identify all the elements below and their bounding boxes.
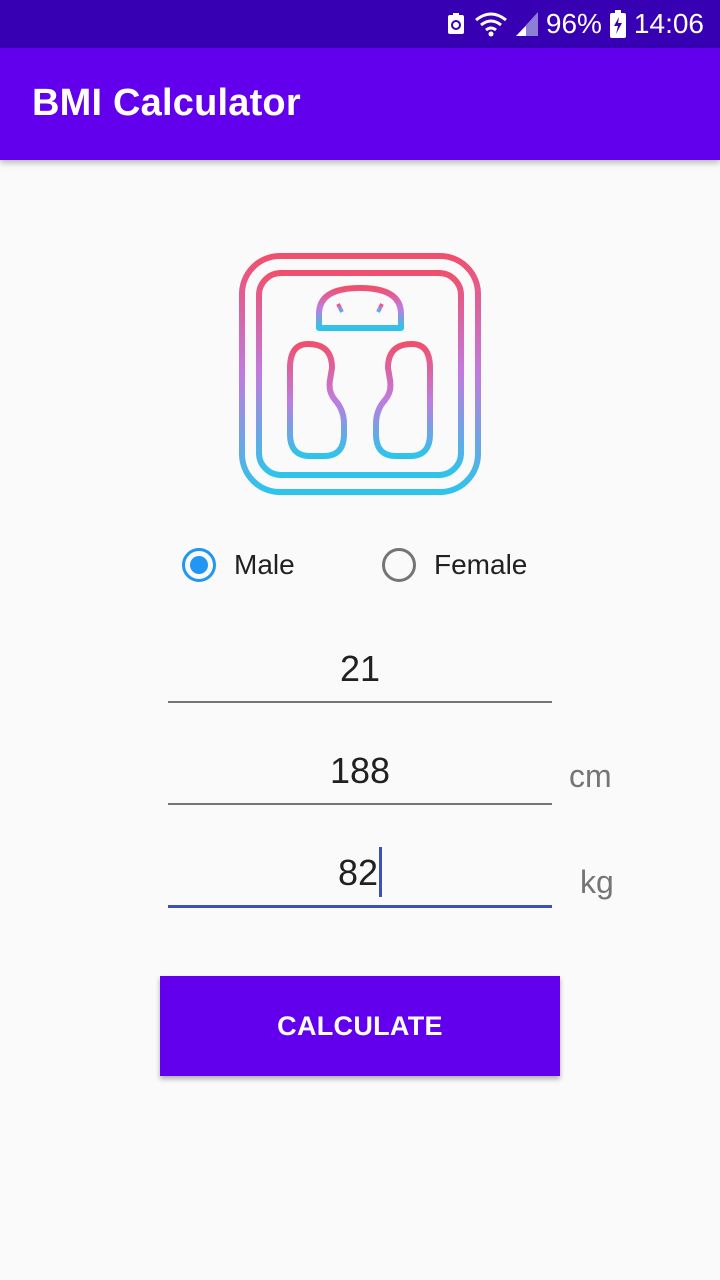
weight-input[interactable]: 82 [168, 845, 552, 908]
female-label: Female [434, 549, 528, 580]
app-title: BMI Calculator [32, 82, 301, 124]
weight-unit-label: kg [580, 864, 614, 900]
female-radio[interactable]: Female [382, 548, 527, 582]
height-unit-label: cm [569, 758, 612, 794]
height-value: 188 [329, 750, 391, 791]
signal-icon [515, 12, 538, 36]
calculate-button[interactable]: CALCULATE [160, 976, 560, 1076]
male-label: Male [234, 549, 295, 580]
status-icons: 96% 14:06 [446, 0, 704, 48]
weight-value: 82 [337, 852, 379, 893]
radio-unchecked-icon[interactable] [382, 548, 416, 582]
battery-charging-icon [609, 10, 626, 38]
app-bar: BMI Calculator [0, 48, 720, 160]
bathroom-scale-icon [238, 252, 482, 496]
battery-percent: 96% [545, 8, 602, 39]
wifi-icon [474, 11, 508, 37]
status-bar: 96% 14:06 [0, 0, 720, 48]
notification-icon [446, 12, 466, 36]
height-input[interactable]: 188 [168, 743, 552, 805]
text-cursor [379, 847, 383, 898]
male-radio[interactable]: Male [182, 548, 295, 582]
age-value: 21 [339, 648, 381, 689]
radio-checked-icon[interactable] [182, 548, 216, 582]
age-input[interactable]: 21 [168, 641, 552, 703]
gender-radio-group: Male Female [0, 544, 720, 594]
clock: 14:06 [633, 8, 704, 39]
